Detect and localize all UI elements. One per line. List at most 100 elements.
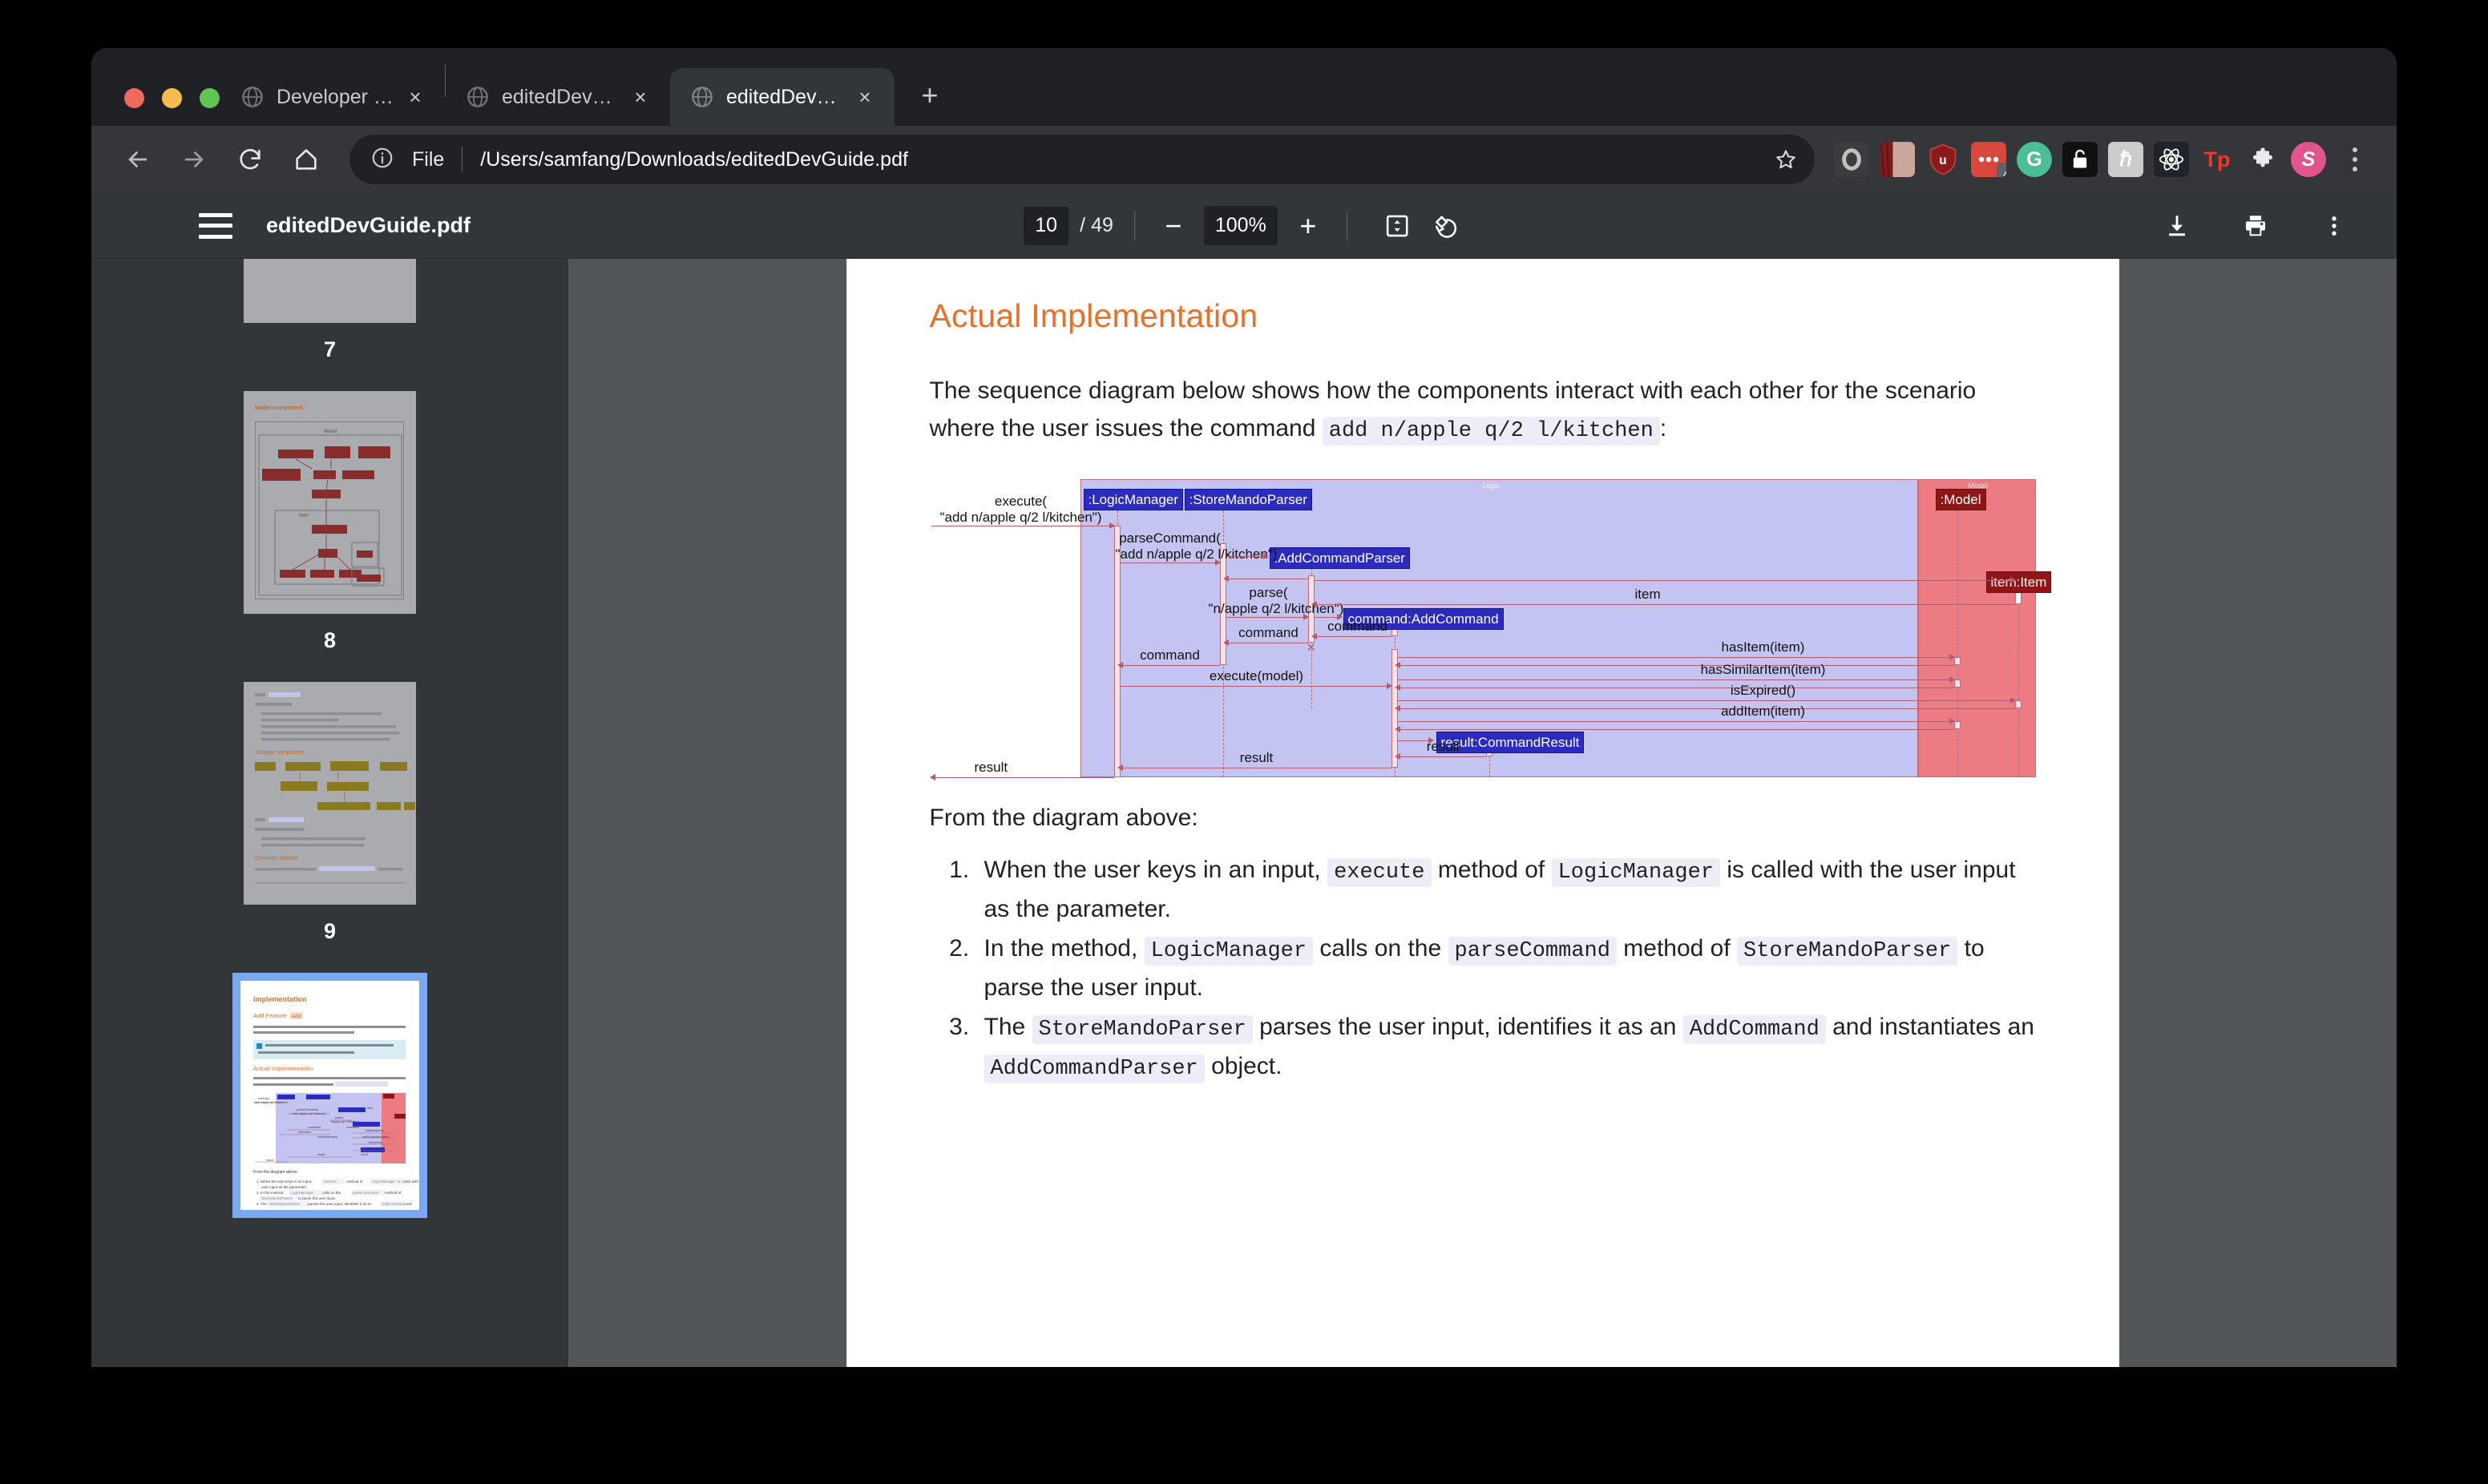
participant-addcommandparser: :AddCommandParser [1269, 547, 1410, 570]
zoom-in-button[interactable]: + [1290, 208, 1326, 244]
svg-text:hasItem(item): hasItem(item) [366, 1129, 383, 1132]
zoom-out-button[interactable]: − [1156, 208, 1191, 244]
thumbnail-item-selected[interactable]: Implementation Add Feature add Actual Im… [91, 973, 568, 1286]
thumbnail-diagram: Model Item [255, 421, 404, 599]
tab-editeddevguide-1[interactable]: editedDevGuide.pdf × [446, 68, 670, 126]
ublock-origin-extension-icon[interactable]: u [1925, 142, 1961, 177]
thumbnail-item[interactable]: Storage component Common classes 9 [91, 682, 568, 973]
arrowhead-right [2009, 577, 2016, 584]
svg-text:add: add [292, 1014, 301, 1019]
red-curtain-extension-icon[interactable] [1880, 142, 1915, 177]
svg-text:result: result [266, 1159, 273, 1162]
page-info-icon[interactable] [370, 146, 398, 173]
minimize-window-button[interactable] [162, 88, 182, 108]
message-label-command-1: command [1327, 619, 1387, 635]
thumbnail-page-10[interactable]: Implementation Add Feature add Actual Im… [232, 973, 427, 1218]
tab-strip: Developer Guide × editedDevGuide.pdf × e… [91, 48, 2397, 126]
forward-arrow-icon[interactable] [172, 137, 216, 182]
svg-text:Item: Item [299, 514, 309, 518]
maximize-window-button[interactable] [200, 88, 220, 108]
grammarly-extension-icon[interactable]: G [2017, 142, 2052, 177]
thumbnail-page-7[interactable] [244, 259, 416, 323]
message-line-execute-model [1120, 686, 1391, 688]
back-arrow-icon[interactable] [115, 137, 160, 182]
thumbnail-item[interactable]: Model component Model Item 8 [91, 391, 568, 682]
message-line-create-addcommandparser [1226, 556, 1268, 558]
extension-badge-count: 4 [1997, 163, 2006, 177]
arrowhead-left [1394, 684, 1400, 692]
grey-ring-extension-icon[interactable] [1834, 142, 1869, 177]
svg-text:Storage component: Storage component [255, 750, 304, 756]
react-devtools-extension-icon[interactable] [2154, 142, 2189, 177]
bookmark-star-icon[interactable] [1768, 142, 1803, 177]
dots-extension-icon[interactable]: 4 [1971, 142, 2006, 177]
thumbnail-page-label: 8 [323, 628, 337, 652]
home-icon[interactable] [284, 137, 329, 182]
print-icon[interactable] [2236, 207, 2275, 245]
avatar[interactable]: S [2291, 142, 2326, 177]
handwriting-extension-icon[interactable]: ℏ [2108, 142, 2143, 177]
fit-to-page-icon[interactable] [1378, 207, 1416, 245]
unlock-extension-icon[interactable] [2062, 142, 2098, 177]
thumbnail-page-9[interactable]: Storage component Common classes [244, 682, 416, 905]
participant-item: item:Item [1985, 571, 2052, 594]
close-window-button[interactable] [124, 88, 144, 108]
svg-text:hasSimilarItem(item): hasSimilarItem(item) [362, 1135, 389, 1139]
tp-extension-icon[interactable]: Tp [2199, 142, 2235, 177]
list-item: The StoreMandoParser parses the user inp… [976, 1008, 2036, 1086]
svg-text:to parse the user input.: to parse the user input. [298, 1196, 336, 1200]
destroy-marker-addcommandparser: ✕ [1306, 641, 1317, 655]
message-line-hasitem [1397, 657, 1954, 659]
svg-text:Model: Model [324, 429, 337, 434]
close-icon[interactable]: × [627, 83, 654, 111]
page-number-input[interactable] [1024, 206, 1069, 245]
thumbnail-page-8[interactable]: Model component Model Item [244, 391, 416, 614]
svg-text:method of: method of [385, 1191, 402, 1195]
arrowhead-left [929, 774, 935, 781]
sequence-diagram: Logic Model:LogicManager:StoreMandoPar… [929, 479, 2052, 781]
arrowhead-left [1394, 662, 1400, 669]
message-label-result-3: result [974, 760, 1008, 776]
arrowhead-right [1262, 553, 1269, 560]
address-bar[interactable]: File /Users/samfang/Downloads/editedDevG… [349, 135, 1815, 184]
page-scroll-pane[interactable]: Actual Implementation The sequence diagr… [568, 259, 2397, 1367]
download-icon[interactable] [2158, 207, 2196, 245]
close-icon[interactable]: × [851, 83, 878, 111]
message-line-isexpired [1397, 700, 2015, 702]
close-icon[interactable]: × [402, 83, 429, 111]
kebab-menu-icon[interactable] [2315, 207, 2353, 245]
svg-text:execute(: execute( [258, 1097, 270, 1100]
message-label-isexpired: isExpired() [1730, 683, 1796, 699]
browser-window: Developer Guide × editedDevGuide.pdf × e… [91, 48, 2397, 1367]
kebab-menu-icon[interactable] [2337, 139, 2373, 179]
thumbnail-sidebar[interactable]: 7 Model component Model Item 8 Storage c… [91, 259, 568, 1367]
message-label-execute-model: execute(model) [1209, 668, 1304, 684]
tab-title: editedDevGuide.pdf [726, 85, 851, 108]
url-text: /Users/samfang/Downloads/editedDevGuide.… [480, 147, 908, 171]
svg-text:execute(model): execute(model) [317, 1135, 337, 1139]
hamburger-icon[interactable] [199, 212, 232, 239]
globe-icon [466, 86, 489, 108]
message-line-command-1 [1314, 636, 1391, 638]
tab-editeddevguide-2[interactable]: editedDevGuide.pdf × [670, 68, 895, 126]
tab-developer-guide[interactable]: Developer Guide × [220, 68, 445, 126]
activation-logicmanager [1113, 526, 1121, 778]
new-tab-button[interactable]: + [909, 75, 951, 116]
thumbnail-item[interactable]: 7 [91, 259, 568, 391]
reload-icon[interactable] [228, 137, 273, 182]
inline-code: LogicManager [1551, 858, 1721, 888]
pdf-page-controls: / 49 − 100% + [1024, 206, 1464, 245]
thumbnail-page-label: 7 [323, 337, 337, 361]
page-title: Actual Implementation [929, 297, 1258, 334]
svg-text:command: command [346, 1126, 359, 1129]
message-line-additem-return [1397, 729, 1954, 731]
message-line-create-item [1314, 580, 2015, 582]
svg-text:addItem(item): addItem(item) [366, 1147, 383, 1150]
extensions-puzzle-icon[interactable] [2245, 142, 2280, 177]
rotate-icon[interactable] [1426, 207, 1464, 245]
message-label-hassimilaritem: hasSimilarItem(item) [1700, 662, 1826, 678]
zoom-level-value[interactable]: 100% [1203, 206, 1278, 245]
message-label-command-2: command [1238, 625, 1299, 641]
list-item: When the user keys in an input, execute … [976, 851, 2036, 928]
thumbnail-heading: Model component [255, 405, 303, 411]
